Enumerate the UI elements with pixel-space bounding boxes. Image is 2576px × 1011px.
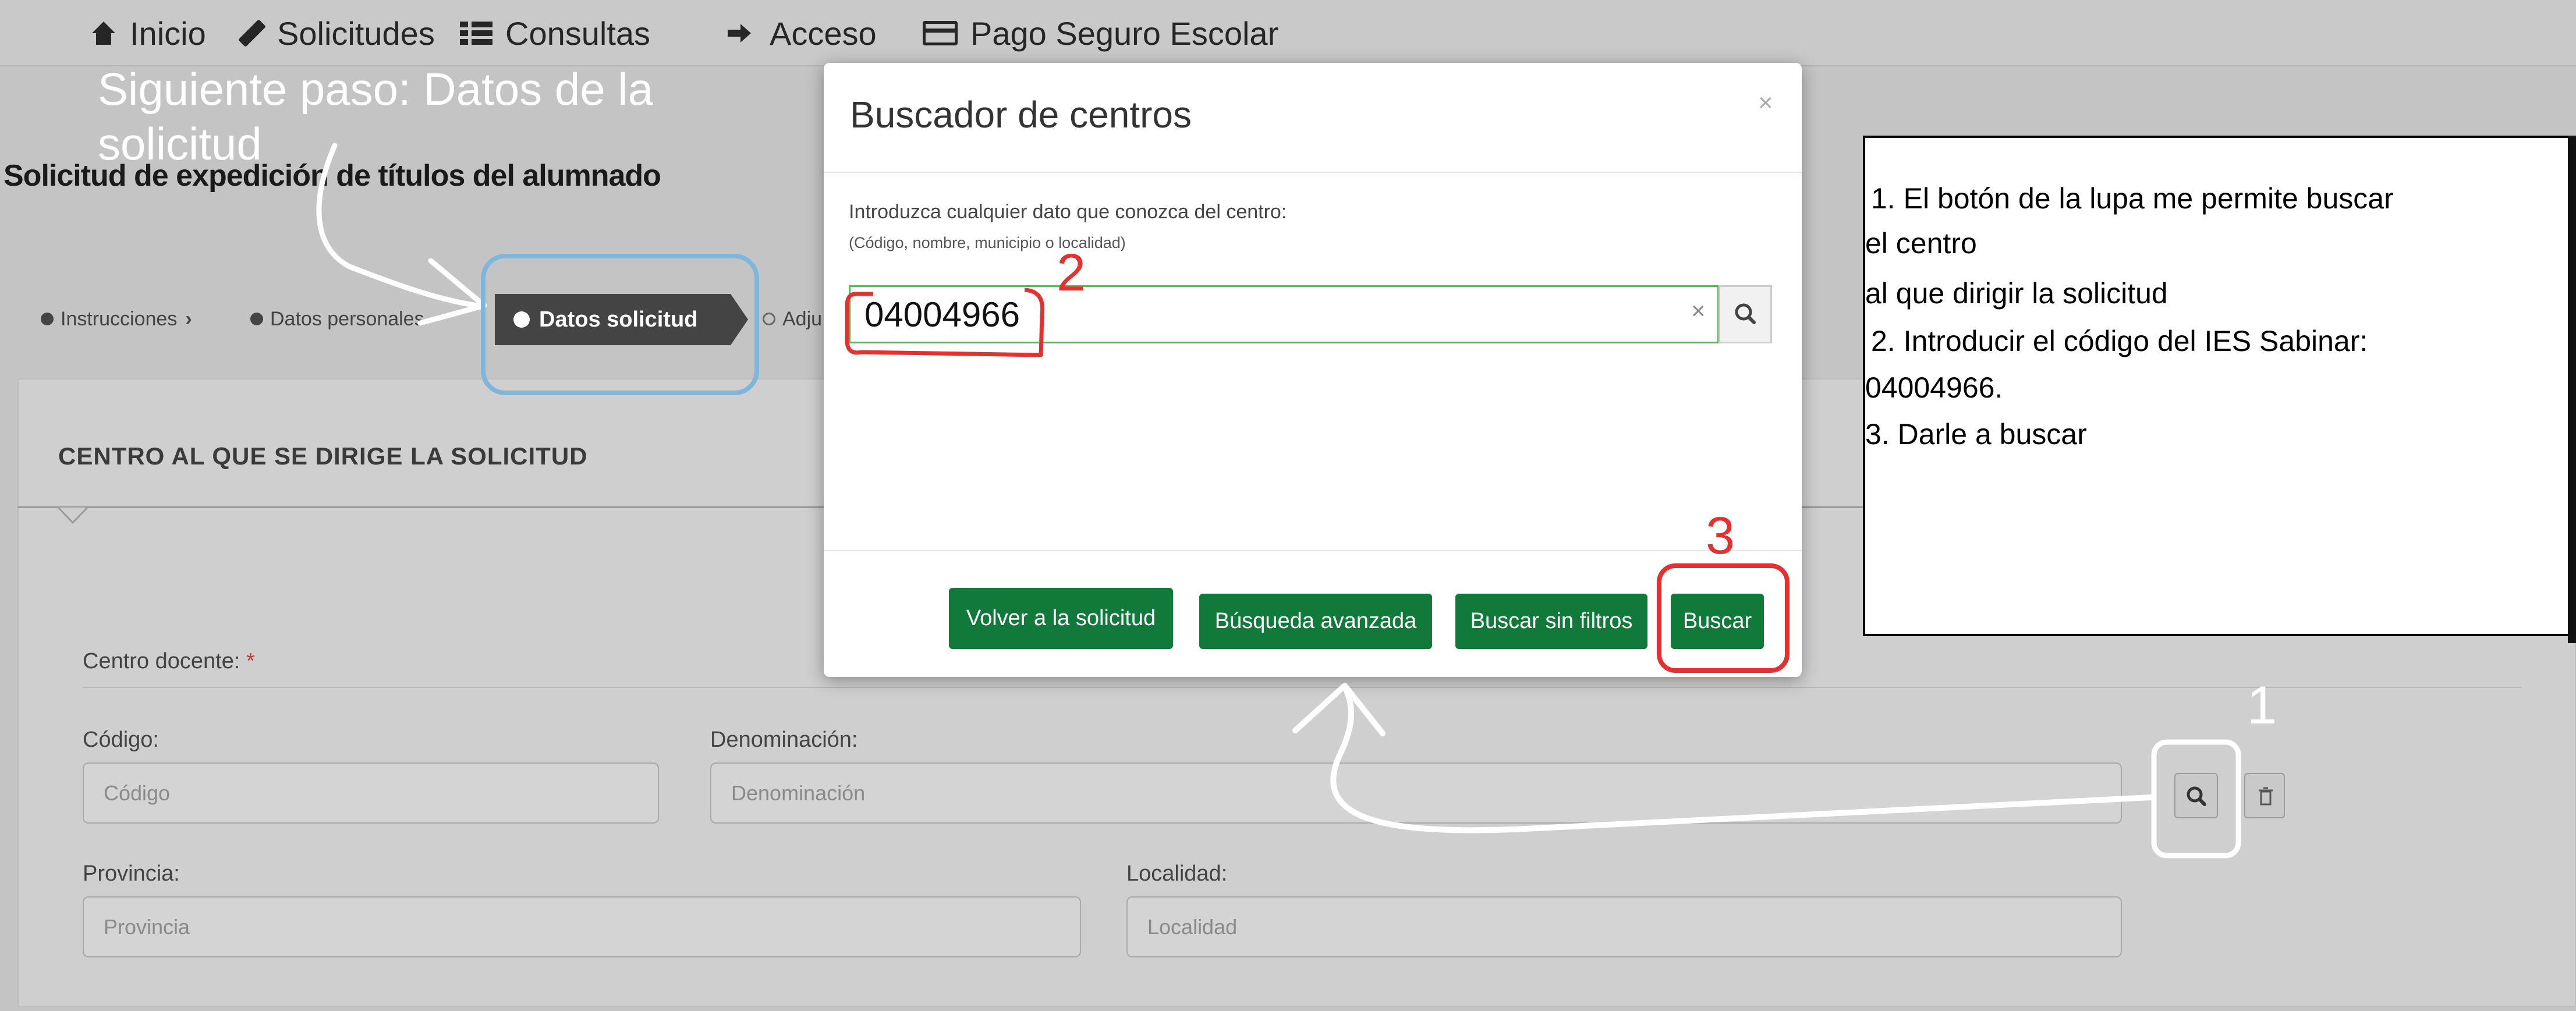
annotation-number-2: 2	[1057, 244, 1086, 302]
annotation-line: al que dirigir la solicitud	[1865, 277, 2168, 310]
annotation-line: 3. Darle a buscar	[1865, 418, 2087, 450]
highlight-box-input	[845, 292, 1043, 357]
annotation-instructions-box: 1. El botón de la lupa me permite buscar…	[1863, 136, 2576, 643]
annotation-line: 1. El botón de la lupa me permite buscar	[1871, 182, 2394, 215]
annotation-arrowhead-lupa	[1292, 683, 1386, 736]
highlight-box-lupa	[2151, 739, 2241, 859]
annotation-line: 04004966.	[1865, 371, 2003, 404]
annotation-number-3: 3	[1706, 507, 1735, 565]
annotation-line: el centro	[1865, 227, 1977, 260]
annotation-arrowhead-next-step	[417, 258, 487, 326]
highlight-box-breadcrumb	[481, 254, 759, 395]
annotation-arrow-lupa	[1330, 684, 2154, 833]
annotation-line: 2. Introducir el código del IES Sabinar:	[1871, 325, 2368, 357]
annotation-number-1: 1	[2247, 676, 2277, 735]
highlight-box-buscar	[1657, 563, 1790, 673]
highlight-box-input-bracket	[1024, 288, 1045, 357]
